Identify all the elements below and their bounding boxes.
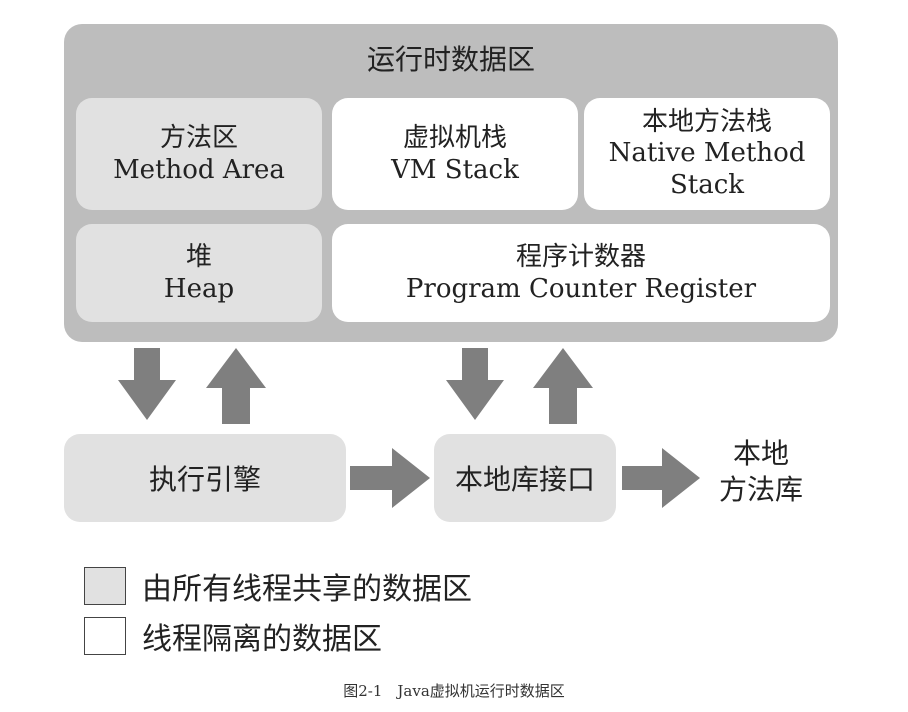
legend-shared-swatch: [84, 567, 126, 605]
legend-isolated-label: 线程隔离的数据区: [142, 622, 382, 657]
native-interface-box: 本地库接口: [434, 434, 616, 522]
native-library-line1: 本地: [732, 437, 789, 470]
native-library: 本地 方法库: [706, 436, 816, 509]
native-interface-label: 本地库接口: [454, 463, 595, 496]
legend-isolated: 线程隔离的数据区: [84, 614, 382, 658]
legend-shared: 由所有线程共享的数据区: [84, 564, 472, 608]
interface-up-arrow: [533, 348, 593, 424]
engine-to-interface-arrow: [350, 448, 430, 508]
interface-to-library-arrow: [622, 448, 700, 508]
interface-down-arrow: [446, 348, 504, 420]
legend-shared-label: 由所有线程共享的数据区: [142, 572, 472, 607]
execution-engine-label: 执行引擎: [148, 463, 261, 496]
execution-engine-box: 执行引擎: [64, 434, 346, 522]
engine-down-arrow: [118, 348, 176, 420]
engine-up-arrow: [206, 348, 266, 424]
figure-caption: 图2-1 Java虚拟机运行时数据区: [343, 682, 565, 700]
legend-isolated-swatch: [84, 617, 126, 655]
native-library-line2: 方法库: [718, 473, 803, 507]
